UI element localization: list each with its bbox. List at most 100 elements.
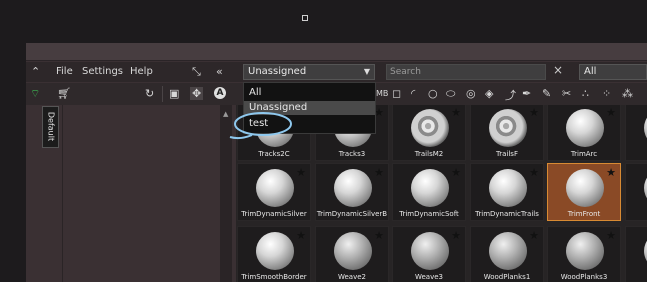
brush-label: TrimDynamicSoft	[399, 210, 459, 218]
default-tab-label: Default	[46, 111, 56, 142]
brush-cell[interactable]: ★ TrimSmoothBorder	[237, 226, 311, 282]
favorite-star-icon[interactable]: ★	[296, 229, 306, 242]
brush-cell[interactable]: ★ TrimDynamicSilverB	[315, 163, 389, 221]
brush-preview-icon	[411, 232, 449, 270]
menu-file[interactable]: File	[56, 63, 73, 81]
double-chevron-left-icon[interactable]: «	[216, 63, 223, 81]
layout-icon[interactable]: ▣	[169, 87, 179, 100]
brush-cell[interactable]: ★ TrimDynamicSoft	[392, 163, 466, 221]
resize-handle[interactable]	[302, 15, 308, 21]
pen-icon[interactable]: ✎	[542, 87, 551, 100]
title-strip	[26, 43, 647, 61]
brush-label: Tr	[626, 150, 647, 158]
collapse-icon[interactable]: ⌃	[31, 63, 40, 81]
brush-label: Weave3	[414, 273, 443, 281]
brush-label: Tracks3	[338, 150, 366, 158]
wifi-icon[interactable]: ⌔	[30, 87, 40, 101]
favorite-star-icon[interactable]: ★	[451, 106, 461, 119]
favorite-star-icon[interactable]: ★	[374, 229, 384, 242]
brush-preview-icon	[566, 232, 604, 270]
scissors-icon[interactable]: ✂	[562, 87, 571, 100]
favorite-star-icon[interactable]: ★	[606, 106, 616, 119]
search-input[interactable]: Search	[386, 64, 546, 80]
brush-cell[interactable]: ★ Weave3	[392, 226, 466, 282]
option-all[interactable]: All	[244, 86, 375, 100]
brush-cell[interactable]: ★	[625, 163, 647, 221]
brush-cell[interactable]: ★ TrimDynamicTrails	[470, 163, 544, 221]
brush-label: TrimFront	[567, 210, 601, 218]
brush-cell[interactable]: ★ TrailsM2	[392, 105, 466, 161]
cart-icon[interactable]: 🛒︎	[57, 87, 71, 100]
brush-label: TrimArc	[570, 150, 598, 158]
refresh-icon[interactable]: ↻	[145, 87, 154, 100]
brush-label: TrimSmoothBorder	[241, 273, 307, 281]
square-icon[interactable]: ◻	[392, 87, 401, 100]
brush-label: TrimDynamicSilver	[241, 210, 307, 218]
path-icon[interactable]: ⤴	[505, 87, 516, 103]
spray-icon[interactable]: ⁂	[622, 87, 633, 100]
brush-preview-icon	[256, 232, 294, 270]
brush-label: WoodPlanks3	[560, 273, 608, 281]
brush-cell[interactable]: ★ WoodPlanks3	[547, 226, 621, 282]
favorite-star-icon[interactable]: ★	[529, 106, 539, 119]
favorite-star-icon[interactable]: ★	[451, 166, 461, 179]
default-tab[interactable]: Default	[42, 106, 59, 148]
favorite-star-icon[interactable]: ★	[296, 166, 306, 179]
brush-label: WoodPlanks1	[483, 273, 531, 281]
rings-icon[interactable]: ◎	[466, 87, 476, 100]
search-placeholder: Search	[390, 67, 421, 77]
close-icon[interactable]: ×	[553, 63, 563, 77]
brush-icon[interactable]: ✒	[522, 87, 531, 100]
favorite-star-icon[interactable]: ★	[374, 166, 384, 179]
brush-cell[interactable]: ★ TrimDynamicSilver	[237, 163, 311, 221]
mb-icon[interactable]: MB	[376, 89, 388, 98]
brush-cell[interactable]: ★B	[625, 226, 647, 282]
brush-cell[interactable]: ★ TrimFront	[547, 163, 621, 221]
menu-help[interactable]: Help	[130, 63, 153, 81]
dots-icon[interactable]: ∴	[582, 87, 589, 100]
circle-icon[interactable]: ○	[428, 87, 438, 100]
brush-preview-icon	[489, 232, 527, 270]
highlight-circle-annotation	[229, 112, 292, 140]
favorite-star-icon[interactable]: ★	[451, 229, 461, 242]
brush-preview-icon	[566, 109, 604, 147]
brush-label: B	[626, 273, 647, 281]
brush-preview-icon	[489, 109, 527, 147]
brush-label: TrailsF	[496, 150, 518, 158]
panel-divider	[62, 105, 63, 282]
brush-cell[interactable]: ★ Weave2	[315, 226, 389, 282]
brush-preview-icon	[256, 169, 294, 207]
chevron-down-icon: ▼	[363, 67, 370, 76]
brush-cell[interactable]: ★ TrimArc	[547, 105, 621, 161]
brush-cell[interactable]: ★ WoodPlanks1	[470, 226, 544, 282]
brush-label: TrimDynamicSilverB	[316, 210, 388, 218]
move-icon[interactable]: ✥	[190, 87, 204, 100]
mask-icon[interactable]: ◈	[485, 87, 493, 100]
brush-preview-icon	[566, 169, 604, 207]
curve-icon[interactable]: ◜	[411, 87, 415, 100]
favorite-star-icon[interactable]: ★	[529, 166, 539, 179]
favorite-star-icon[interactable]: ★	[606, 166, 616, 179]
favorite-star-icon[interactable]: ★	[606, 229, 616, 242]
shape-icon[interactable]: ⬭	[446, 87, 455, 101]
toolbar-divider	[162, 86, 163, 102]
shuffle-icon[interactable]: ⁘	[602, 87, 611, 100]
brush-label: TrimDynamicTrails	[475, 210, 539, 218]
brush-label: Weave2	[337, 273, 366, 281]
letter-a-icon[interactable]: A	[214, 87, 226, 99]
filter-dropdown[interactable]: All	[579, 64, 647, 80]
brush-label: Tracks2C	[258, 150, 290, 158]
menu-settings[interactable]: Settings	[82, 63, 123, 81]
filter-dropdown-value: All	[584, 66, 597, 77]
brush-preview-icon	[411, 109, 449, 147]
collection-dropdown-value: Unassigned	[248, 66, 307, 77]
brush-cell[interactable]: ★ TrailsF	[470, 105, 544, 161]
collection-dropdown[interactable]: Unassigned ▼	[243, 64, 375, 80]
brush-preview-icon	[411, 169, 449, 207]
shrink-icon[interactable]: ⤡	[192, 63, 201, 81]
brush-label: TrailsM2	[414, 150, 444, 158]
brush-preview-icon	[334, 232, 372, 270]
brush-preview-icon	[334, 169, 372, 207]
favorite-star-icon[interactable]: ★	[529, 229, 539, 242]
brush-cell[interactable]: ★Tr	[625, 105, 647, 161]
